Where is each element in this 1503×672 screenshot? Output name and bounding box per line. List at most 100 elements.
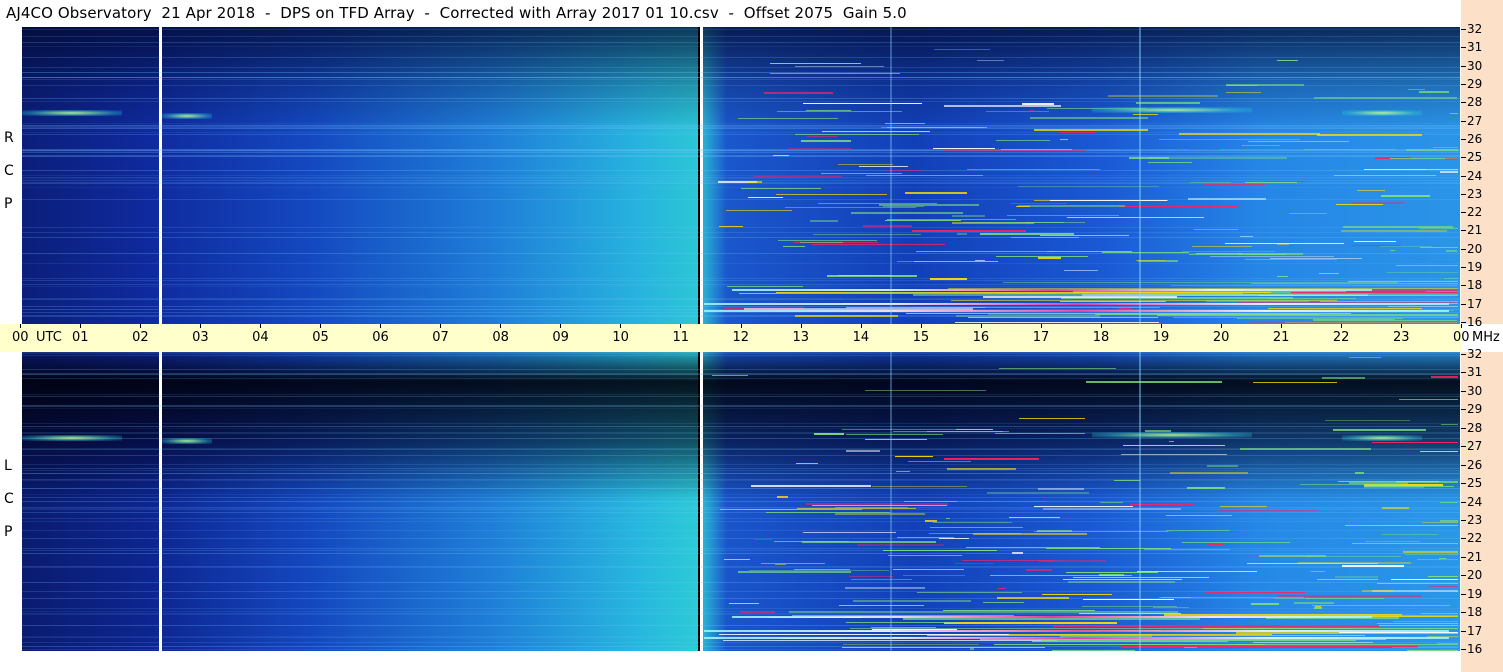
mhz-tick [1461,409,1466,411]
mhz-tick-label: 32 [1467,347,1483,361]
utc-tick [740,324,742,328]
rfi-streak [939,538,969,539]
rfi-streak [777,111,902,112]
rfi-streak [770,73,900,74]
rfi-streak [1378,615,1458,616]
mhz-tick-label: 17 [1467,296,1483,311]
rfi-streak [1277,244,1289,245]
utc-tick [620,324,622,328]
mhz-tick-label: 28 [1467,420,1483,435]
rfi-streak [957,233,967,235]
mhz-tick [1461,390,1466,392]
interference-line [22,567,1460,568]
utc-tick [80,324,82,328]
interference-line [22,123,1460,124]
rfi-streak [977,60,1004,61]
interference-line [22,151,1460,152]
rfi-streak [1053,625,1379,627]
rfi-streak [1396,265,1458,266]
rfi-streak [1007,215,1119,216]
rfi-streak [1159,139,1300,140]
emission-patch [22,110,122,116]
interference-line [22,512,1460,513]
rfi-streak [846,450,880,452]
mhz-tick-label: 21 [1467,223,1483,238]
interference-line [22,67,1460,68]
rfi-streak [1153,607,1189,608]
rfi-streak [998,588,1006,589]
rfi-streak [1042,594,1112,595]
interference-line [22,428,1460,429]
interference-line [22,455,1460,456]
rfi-streak [1041,640,1356,641]
rfi-streak [934,49,990,50]
rfi-streak [1016,206,1030,207]
rfi-streak [751,485,871,487]
rfi-streak [1357,190,1385,191]
mhz-tick-label: 24 [1467,494,1483,509]
rfi-streak [917,592,1022,593]
interference-line [22,530,1460,531]
rfi-streak [1393,621,1458,622]
rfi-streak [1419,91,1449,93]
rfi-streak [741,188,821,189]
rfi-streak [946,518,950,519]
rfi-streak [1322,377,1365,379]
interference-line [22,479,1460,480]
rfi-streak [773,155,789,156]
rfi-streak [1188,198,1266,200]
utc-tick-label: 14 [852,330,870,345]
interference-line [22,488,1460,489]
rfi-streak [810,220,838,222]
utc-tick [920,324,922,328]
interference-line [22,175,1460,176]
rfi-streak [764,92,833,94]
rfi-streak [795,134,919,135]
polarization-letter: R [4,130,14,146]
rfi-streak [1038,257,1061,259]
rfi-streak [1317,579,1378,580]
rfi-streak [1011,237,1079,238]
rfi-streak [1189,149,1219,150]
chart-title: AJ4CO Observatory 21 Apr 2018 - DPS on T… [6,4,907,22]
rfi-streak [806,110,851,111]
utc-tick-label: 09 [552,330,569,345]
rfi-streak [803,103,922,104]
rfi-streak [788,148,851,150]
rfi-streak [1381,195,1430,197]
rfi-streak [813,234,921,235]
rfi-streak [1406,149,1458,151]
interference-line [22,480,1460,481]
rfi-streak [1352,543,1458,544]
rfi-streak [1289,213,1327,214]
utc-tick [1220,324,1222,328]
mhz-tick [1461,372,1466,374]
emission-patch [1342,435,1422,441]
rfi-streak [987,492,1089,494]
rfi-streak [1405,554,1458,555]
lcp-frequency-axis: 32 31 30 29 28 27 26 25 24 23 22 21 20 19 18 17 16 [1461,347,1503,672]
rfi-streak [748,197,783,198]
rfi-streak [944,622,1117,624]
rfi-band [732,289,1372,291]
interference-line [22,125,1460,126]
rfi-streak [739,293,1243,294]
rfi-streak [944,105,1061,107]
rfi-streak [1114,480,1140,481]
rfi-band [732,616,1372,618]
interference-line [22,170,1460,171]
rfi-streak [1102,252,1189,253]
rfi-streak [1342,565,1404,567]
rfi-streak [1364,486,1454,487]
rfi-streak [1446,250,1457,252]
utc-tick-label: 19 [1152,330,1170,345]
utc-tick [320,324,322,328]
rfi-band [704,637,1449,639]
rfi-streak [983,296,1177,298]
rfi-streak [1206,300,1309,302]
rfi-streak [851,579,912,580]
rfi-streak [812,505,947,506]
rfi-streak [865,390,986,391]
rfi-streak [1226,84,1304,86]
rfi-streak [986,111,1049,112]
